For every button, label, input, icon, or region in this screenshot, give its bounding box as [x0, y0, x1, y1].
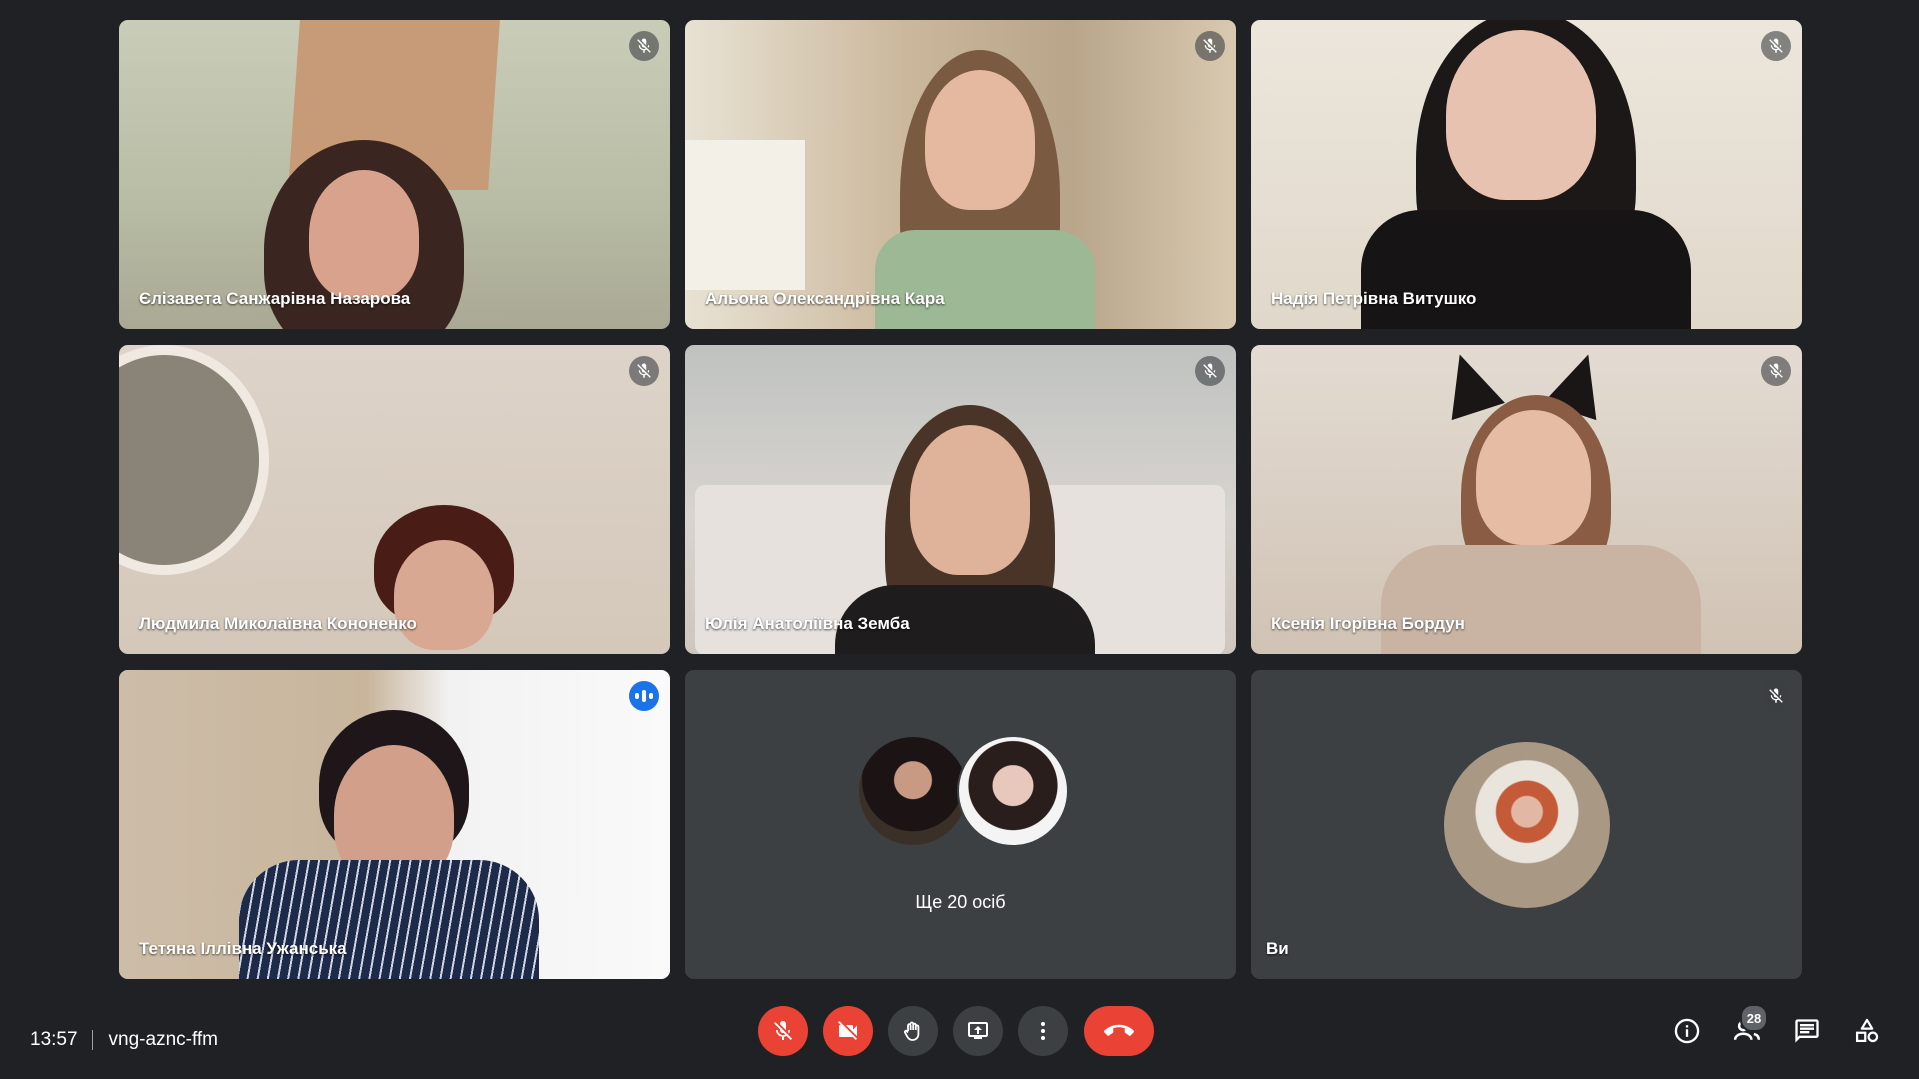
participant-name: Юлія Анатоліївна Земба: [705, 614, 910, 633]
self-avatar: [1444, 742, 1610, 908]
raise-hand-button[interactable]: [888, 1006, 938, 1056]
activities-button[interactable]: [1848, 1012, 1886, 1050]
mic-off-icon: [1203, 363, 1217, 378]
participant-face: [309, 170, 419, 300]
divider: [91, 1030, 93, 1050]
participant-avatar: [957, 735, 1069, 847]
more-vert-icon: [1041, 1022, 1045, 1040]
participant-name: Тетяна Іллівна Ужанська: [139, 939, 347, 958]
leave-call-button[interactable]: [1084, 1006, 1154, 1056]
participants-button[interactable]: 28: [1728, 1004, 1768, 1050]
participant-face: [910, 425, 1030, 575]
camera-off-icon: [838, 1021, 857, 1040]
participant-tile[interactable]: Людмила Миколаївна Кононенко: [119, 345, 670, 654]
participant-name: Єлізавета Санжарівна Назарова: [139, 289, 411, 308]
mic-off-icon: [1769, 688, 1783, 703]
window: [685, 140, 805, 290]
mic-muted-indicator: [1761, 681, 1791, 711]
participant-face: [1476, 410, 1591, 545]
participant-face: [925, 70, 1035, 210]
more-participants-label: Ще 20 осіб: [915, 892, 1006, 912]
video-grid: Єлізавета Санжарівна Назарова Альона Оле…: [0, 0, 1919, 1000]
present-screen-button[interactable]: [953, 1006, 1003, 1056]
info-icon: [1674, 1018, 1700, 1044]
meeting-info-button[interactable]: [1668, 1012, 1706, 1050]
mic-muted-indicator: [1761, 31, 1791, 61]
meeting-code[interactable]: vng-aznc-ffm: [109, 1029, 218, 1051]
hand-icon: [903, 1021, 920, 1041]
chat-icon: [1795, 1019, 1819, 1043]
participant-shirt: [239, 860, 539, 979]
self-name: Ви: [1266, 939, 1289, 958]
present-screen-icon: [968, 1022, 988, 1039]
activities-icon: [1855, 1018, 1879, 1043]
participant-tile[interactable]: Єлізавета Санжарівна Назарова: [119, 20, 670, 329]
participant-face: [1446, 30, 1596, 200]
mic-muted-indicator: [629, 356, 659, 386]
mic-off-icon: [1769, 363, 1783, 378]
camera-toggle-button[interactable]: [823, 1006, 873, 1056]
participant-tile[interactable]: Ксенія Ігорівна Бордун: [1251, 345, 1802, 654]
meeting-time: 13:57: [30, 1029, 78, 1050]
mic-muted-indicator: [629, 31, 659, 61]
mic-off-icon: [637, 363, 651, 378]
mic-muted-indicator: [1761, 356, 1791, 386]
participant-avatar: [857, 735, 969, 847]
participant-name: Людмила Миколаївна Кононенко: [139, 614, 417, 633]
meeting-details: 13:57 vng-aznc-ffm: [30, 1029, 218, 1051]
mic-toggle-button[interactable]: [758, 1006, 808, 1056]
participant-tile-active-speaker[interactable]: Тетяна Іллівна Ужанська: [119, 670, 670, 979]
mic-off-icon: [774, 1021, 792, 1040]
mic-off-icon: [637, 38, 651, 53]
bottom-control-bar: 13:57 vng-aznc-ffm 28: [0, 1000, 1919, 1079]
participant-shirt: [1381, 545, 1701, 654]
mic-off-icon: [1203, 38, 1217, 53]
participant-tile[interactable]: Надія Петрівна Витушко: [1251, 20, 1802, 329]
participant-name: Ксенія Ігорівна Бордун: [1271, 614, 1465, 633]
more-options-button[interactable]: [1018, 1006, 1068, 1056]
participant-shirt: [1361, 210, 1691, 329]
participant-count-badge: 28: [1740, 1004, 1768, 1032]
participant-name: Надія Петрівна Витушко: [1271, 289, 1477, 308]
hangup-icon: [1104, 1024, 1134, 1036]
more-participants-tile[interactable]: Ще 20 осіб: [685, 670, 1236, 979]
participant-name: Альона Олександрівна Кара: [705, 289, 945, 308]
speaking-indicator: [629, 681, 659, 711]
participant-shirt: [875, 230, 1095, 329]
participant-tile[interactable]: Юлія Анатоліївна Земба: [685, 345, 1236, 654]
mic-muted-indicator: [1195, 31, 1225, 61]
chat-button[interactable]: [1788, 1012, 1826, 1050]
mic-muted-indicator: [1195, 356, 1225, 386]
self-tile[interactable]: Ви: [1251, 670, 1802, 979]
mic-off-icon: [1769, 38, 1783, 53]
participant-tile[interactable]: Альона Олександрівна Кара: [685, 20, 1236, 329]
